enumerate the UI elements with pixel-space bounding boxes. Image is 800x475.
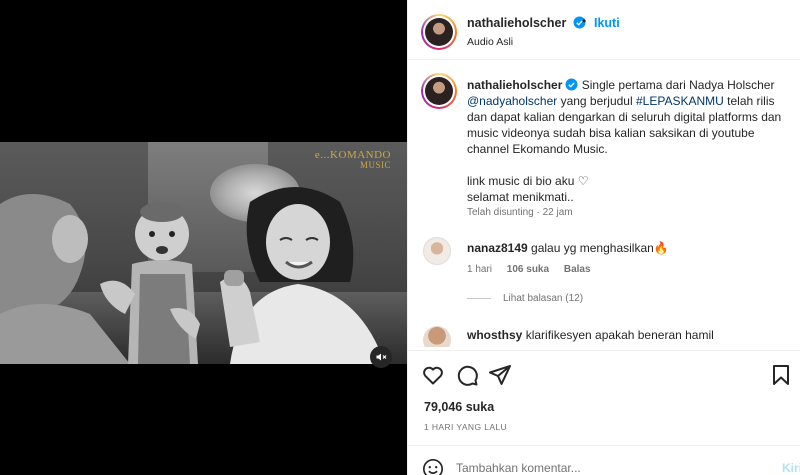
post-comment-button[interactable]: Kirim xyxy=(782,461,800,475)
video-watermark-logo: e...KOMANDO MUSIC xyxy=(315,150,391,170)
logo-sub: MUSIC xyxy=(359,160,391,170)
video-figure-singer xyxy=(220,187,385,364)
post-date[interactable]: 1 HARI YANG LALU xyxy=(424,422,507,432)
add-comment-bar: Kirim xyxy=(408,445,800,475)
comment-2-clip: whosthsy klarifikesyen apakah beneran ha… xyxy=(408,318,800,347)
replies-line xyxy=(467,298,491,299)
speaker-muted-icon xyxy=(376,353,387,361)
post-panel: nathalieholscher • Ikuti Audio Asli nath… xyxy=(407,0,800,475)
bookmark-icon[interactable] xyxy=(769,363,793,387)
comment-1-meta: 1 hari 106 suka Balas xyxy=(467,264,603,275)
comment-username[interactable]: nanaz8149 xyxy=(467,241,528,255)
video-figure-mother-baby xyxy=(0,194,200,364)
caption-mention-link[interactable]: @nadyaholscher xyxy=(467,94,557,108)
heart-icon[interactable] xyxy=(421,363,445,387)
action-bar xyxy=(408,350,800,398)
comment-text: galau yg menghasilkan🔥 xyxy=(531,241,669,255)
view-replies-button[interactable]: Lihat balasan (12) xyxy=(467,293,583,304)
author-username[interactable]: nathalieholscher xyxy=(467,16,566,30)
caption-hashtag-link[interactable]: #LEPASKANMU xyxy=(636,94,724,108)
share-icon[interactable] xyxy=(488,363,512,387)
view-replies-label[interactable]: Lihat balasan (12) xyxy=(503,293,583,304)
comment-likes[interactable]: 106 suka xyxy=(507,264,549,275)
video-player[interactable]: e...KOMANDO MUSIC xyxy=(0,142,407,364)
caption-text-2: yang berjudul xyxy=(560,94,633,108)
comment-reply-button[interactable]: Balas xyxy=(564,264,591,275)
comment-1: nanaz8149 galau yg menghasilkan🔥 xyxy=(467,241,669,255)
author-username-link[interactable]: nathalieholscher xyxy=(467,16,586,30)
comment-username[interactable]: whosthsy xyxy=(467,328,522,342)
author-avatar[interactable] xyxy=(421,14,457,50)
caption-edited-timestamp: Telah disunting · 22 jam xyxy=(467,207,573,218)
comment-icon[interactable] xyxy=(455,363,479,387)
caption-text-1: Single pertama dari Nadya Holscher xyxy=(581,78,775,92)
smiley-icon[interactable] xyxy=(422,458,444,475)
comment-text: klarifikesyen apakah beneran hamil xyxy=(525,328,714,342)
header-separator: • xyxy=(582,14,587,28)
comment-input[interactable] xyxy=(456,455,746,475)
mute-button[interactable] xyxy=(370,346,392,368)
comment-2: whosthsy klarifikesyen apakah beneran ha… xyxy=(467,328,714,342)
caption-username[interactable]: nathalieholscher xyxy=(467,78,562,92)
comment-avatar[interactable] xyxy=(423,326,451,347)
comment-avatar[interactable] xyxy=(423,237,451,265)
verified-badge-icon xyxy=(565,78,578,91)
caption-avatar[interactable] xyxy=(421,73,457,109)
follow-button[interactable]: Ikuti xyxy=(594,16,620,30)
caption-line-2: link music di bio aku ♡ xyxy=(467,174,589,188)
like-count[interactable]: 79,046 suka xyxy=(424,400,494,414)
caption-line-3: selamat menikmati.. xyxy=(467,190,574,204)
post-caption: nathalieholscher Single pertama dari Nad… xyxy=(467,77,795,205)
media-pane: e...KOMANDO MUSIC xyxy=(0,0,407,475)
audio-link[interactable]: Audio Asli xyxy=(467,36,513,48)
comment-time[interactable]: 1 hari xyxy=(467,264,492,275)
post-header: nathalieholscher • Ikuti Audio Asli xyxy=(408,0,800,60)
